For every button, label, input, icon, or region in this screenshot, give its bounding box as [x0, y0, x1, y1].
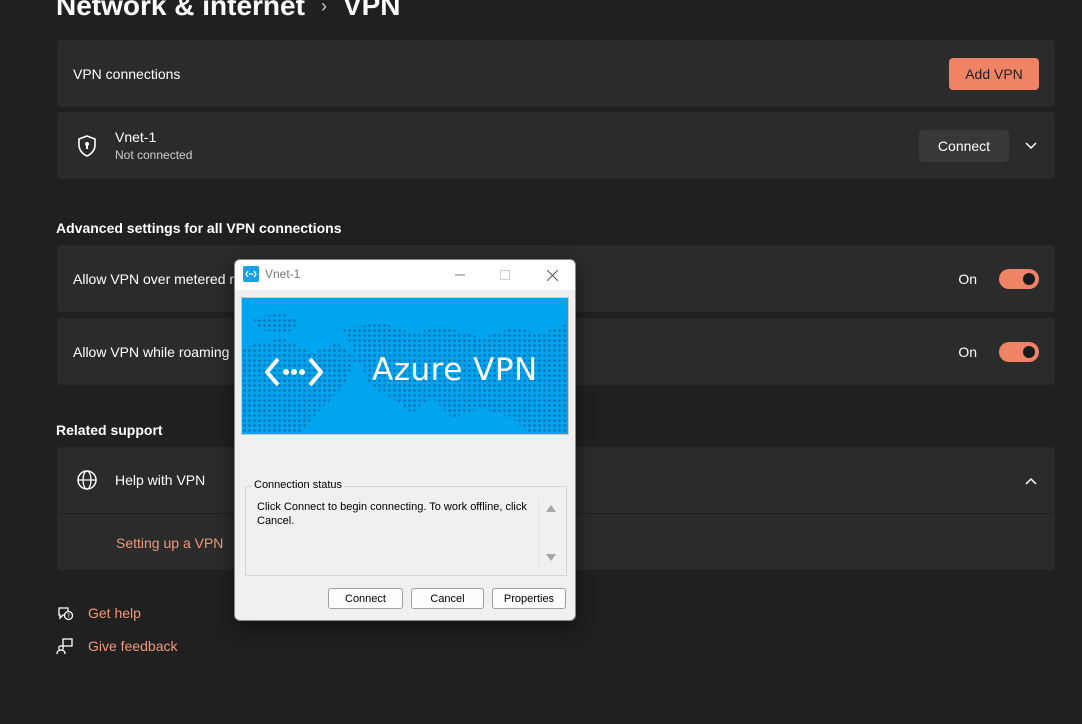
- close-icon[interactable]: [537, 264, 567, 286]
- dialog-title: Vnet-1: [265, 267, 301, 281]
- dialog-connect-button[interactable]: Connect: [328, 588, 403, 609]
- help-with-vpn-label: Help with VPN: [115, 472, 206, 488]
- related-support-title: Related support: [56, 422, 163, 438]
- add-vpn-button[interactable]: Add VPN: [949, 58, 1039, 90]
- vpn-connections-label: VPN connections: [73, 65, 181, 82]
- metered-toggle[interactable]: [999, 269, 1039, 289]
- dialog-properties-button[interactable]: Properties: [492, 588, 566, 609]
- azure-vpn-app-icon: [243, 266, 259, 282]
- azure-vpn-banner: Azure VPN: [241, 297, 569, 435]
- give-feedback-row[interactable]: Give feedback: [56, 637, 178, 655]
- svg-text:?: ?: [67, 613, 70, 620]
- advanced-settings-title: Advanced settings for all VPN connection…: [56, 220, 342, 236]
- connection-status-group: Connection status Click Connect to begin…: [245, 479, 567, 576]
- connect-button[interactable]: Connect: [919, 130, 1009, 162]
- setting-up-vpn-link[interactable]: Setting up a VPN: [116, 535, 223, 551]
- get-help-link[interactable]: Get help: [88, 605, 141, 621]
- connection-status-label: Connection status: [252, 479, 345, 491]
- dialog-titlebar[interactable]: Vnet-1: [235, 260, 575, 290]
- status-scrollbar[interactable]: [538, 499, 564, 567]
- minimize-icon[interactable]: [445, 264, 475, 286]
- maximize-icon: [490, 264, 520, 286]
- scroll-down-icon[interactable]: [546, 554, 556, 561]
- toggle-state: On: [958, 271, 977, 287]
- toggle-state: On: [958, 344, 977, 360]
- get-help-row[interactable]: ? Get help: [56, 604, 141, 622]
- azure-vpn-banner-text: Azure VPN: [372, 352, 538, 388]
- azure-vpn-dialog: Vnet-1 Azure VPN Connection status Click…: [234, 259, 576, 621]
- vpn-connection-item[interactable]: Vnet-1 Not connected Connect: [57, 112, 1055, 179]
- chevron-right-icon: ›: [320, 0, 327, 16]
- feedback-icon: [56, 637, 74, 655]
- roaming-toggle[interactable]: [999, 342, 1039, 362]
- setting-label: Allow VPN while roaming: [73, 343, 230, 360]
- connection-status-text: Click Connect to begin connecting. To wo…: [257, 501, 527, 527]
- azure-vpn-logo-icon: [264, 356, 324, 393]
- dialog-cancel-button[interactable]: Cancel: [411, 588, 484, 609]
- vpn-connections-card: VPN connections Add VPN: [57, 40, 1055, 107]
- breadcrumb: Network & internet › VPN: [56, 0, 401, 22]
- help-icon: ?: [56, 604, 74, 622]
- shield-icon: [75, 134, 99, 158]
- give-feedback-link[interactable]: Give feedback: [88, 638, 178, 654]
- globe-icon: [75, 468, 99, 492]
- scroll-up-icon[interactable]: [546, 505, 556, 512]
- chevron-down-icon[interactable]: [1023, 136, 1039, 156]
- connection-name: Vnet-1: [115, 129, 157, 145]
- connection-status: Not connected: [115, 148, 193, 162]
- page-title: VPN: [342, 0, 401, 21]
- chevron-up-icon[interactable]: [1023, 471, 1039, 491]
- breadcrumb-parent[interactable]: Network & internet: [56, 0, 305, 22]
